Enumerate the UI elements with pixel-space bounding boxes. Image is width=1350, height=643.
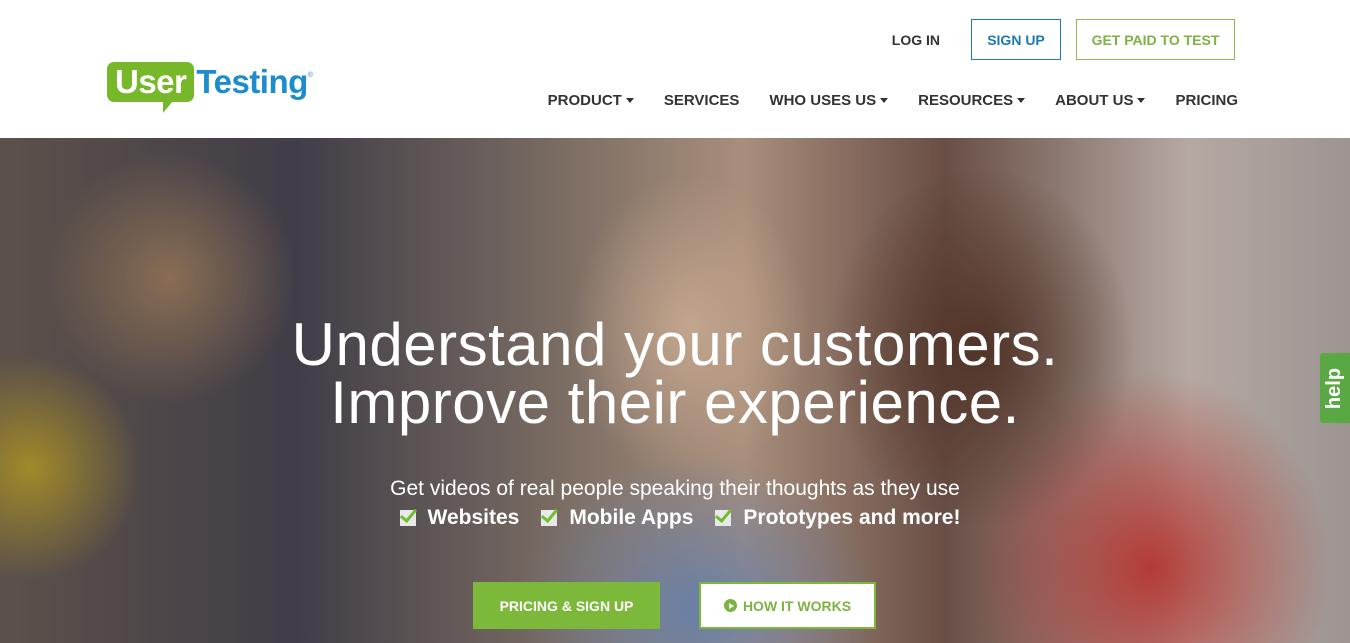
nav-item-label: WHO USES US <box>769 92 877 109</box>
nav-item-services[interactable]: SERVICES <box>664 92 740 109</box>
play-circle-icon <box>723 599 737 612</box>
feature-item: Websites <box>399 506 520 530</box>
caret-down-icon <box>880 98 889 103</box>
login-link[interactable]: LOG IN <box>892 32 940 48</box>
logo-registered-mark: ® <box>307 72 313 79</box>
signup-button[interactable]: SIGN UP <box>971 19 1061 60</box>
get-paid-to-test-button[interactable]: GET PAID TO TEST <box>1076 19 1235 60</box>
feature-item: Mobile Apps <box>541 506 693 530</box>
nav-item-label: PRICING <box>1175 92 1238 109</box>
logo-user-bubble: User <box>107 62 195 113</box>
nav-item-resources[interactable]: RESOURCES <box>918 92 1026 109</box>
nav-item-about-us[interactable]: ABOUT US <box>1055 92 1146 109</box>
pricing-signup-button[interactable]: PRICING & SIGN UP <box>473 582 660 629</box>
how-it-works-button[interactable]: HOW IT WORKS <box>699 582 876 629</box>
caret-down-icon <box>1017 98 1026 103</box>
nav-item-pricing[interactable]: PRICING <box>1175 92 1238 109</box>
feature-item: Prototypes and more! <box>715 506 960 530</box>
checkbox-checked-icon <box>541 510 558 526</box>
how-it-works-label: HOW IT WORKS <box>742 597 852 614</box>
checkbox-checked-icon <box>715 510 732 526</box>
hero-subtitle: Get videos of real people speaking their… <box>390 477 960 500</box>
main-nav: PRODUCT SERVICES WHO USES US RESOURCES A… <box>548 92 1238 109</box>
hero-title-line-1: Understand your customers. <box>291 311 1059 378</box>
site-header: User Testing ® LOG IN SIGN UP GET PAID T… <box>0 0 1350 138</box>
nav-item-label: ABOUT US <box>1055 92 1134 109</box>
caret-down-icon <box>625 98 634 103</box>
hero-title-line-2: Improve their experience. <box>330 369 1020 436</box>
hero-title: Understand your customers. Improve their… <box>0 315 1350 433</box>
nav-item-who-uses-us[interactable]: WHO USES US <box>769 92 889 109</box>
top-links: LOG IN SIGN UP GET PAID TO TEST <box>892 19 1235 60</box>
caret-down-icon <box>1137 98 1146 103</box>
feature-list: Websites Mobile Apps Prototypes and more… <box>0 506 1350 530</box>
help-tab-label: help <box>1323 367 1346 409</box>
logo-testing-text: Testing <box>196 63 308 100</box>
feature-label: Websites <box>427 506 520 529</box>
nav-item-label: RESOURCES <box>918 92 1014 109</box>
checkbox-checked-icon <box>399 510 416 526</box>
help-tab[interactable]: help <box>1320 353 1350 423</box>
hero-section: Understand your customers. Improve their… <box>0 138 1350 643</box>
feature-label: Prototypes and more! <box>743 506 961 529</box>
usertesting-logo[interactable]: User Testing ® <box>107 62 313 113</box>
nav-item-label: PRODUCT <box>547 92 622 109</box>
nav-item-product[interactable]: PRODUCT <box>548 92 634 109</box>
nav-item-label: SERVICES <box>663 92 740 109</box>
cta-row: PRICING & SIGN UP HOW IT WORKS <box>473 582 876 629</box>
feature-label: Mobile Apps <box>569 506 694 529</box>
